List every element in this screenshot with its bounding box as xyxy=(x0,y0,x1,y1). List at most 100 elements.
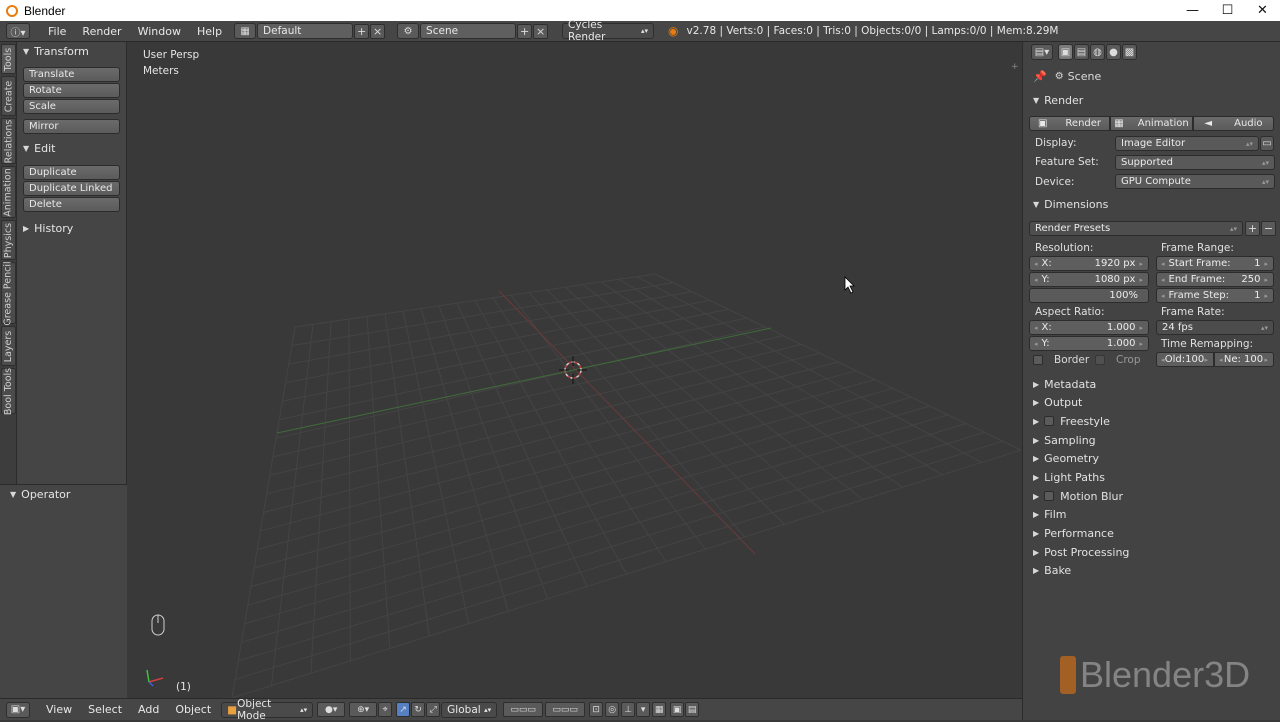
texture-context-icon[interactable]: ▩ xyxy=(1122,44,1137,60)
layers-grid-2-icon[interactable]: ▭▭▭ xyxy=(545,702,586,717)
duplicate-linked-button[interactable]: Duplicate Linked xyxy=(23,181,120,196)
tab-tools[interactable]: Tools xyxy=(1,44,16,74)
translate-manipulator-icon[interactable]: ↗ xyxy=(396,702,411,717)
tab-animation[interactable]: Animation xyxy=(1,166,16,218)
3d-viewport[interactable]: User Persp Meters (1) + xyxy=(127,42,1021,698)
menu-view[interactable]: View xyxy=(38,703,80,716)
render-opengl-icon[interactable]: ▣ xyxy=(670,702,685,717)
close-button[interactable]: ✕ xyxy=(1245,0,1280,21)
remove-scene-icon[interactable]: × xyxy=(533,23,549,39)
menu-render[interactable]: Render xyxy=(74,25,129,38)
menu-select[interactable]: Select xyxy=(80,703,130,716)
device-select[interactable]: GPU Compute ▴▾ xyxy=(1115,174,1275,189)
menu-file[interactable]: File xyxy=(40,25,74,38)
editor-type-3dview-icon[interactable]: ▣▾ xyxy=(6,701,30,718)
aspect-y-field[interactable]: ◂ Y: 1.000 ▸ xyxy=(1029,336,1149,351)
history-panel-header[interactable]: ▶ History xyxy=(17,219,73,237)
time-remap-new-field[interactable]: ◂ Ne: 100 ▸ xyxy=(1214,352,1274,367)
rotate-button[interactable]: Rotate xyxy=(23,83,120,98)
layers-grid-1-icon[interactable]: ▭▭▭ xyxy=(503,702,544,717)
render-audio-button[interactable]: ◄ Audio xyxy=(1193,116,1274,131)
menu-object[interactable]: Object xyxy=(167,703,219,716)
render-opengl-animation-icon[interactable]: ▤ xyxy=(685,702,700,717)
remove-preset-icon[interactable]: − xyxy=(1261,221,1276,236)
transform-panel-header[interactable]: ▼ Transform xyxy=(17,42,89,60)
delete-button[interactable]: Delete xyxy=(23,197,120,212)
resolution-x-field[interactable]: ◂ X: 1920 px ▸ xyxy=(1029,256,1149,271)
add-preset-icon[interactable]: + xyxy=(1245,221,1260,236)
remove-screen-icon[interactable]: × xyxy=(370,23,386,39)
aspect-x-field[interactable]: ◂ X: 1.000 ▸ xyxy=(1029,320,1149,335)
feature-set-select[interactable]: Supported ▴▾ xyxy=(1115,155,1275,170)
render-context-icon[interactable]: ▣ xyxy=(1058,44,1073,60)
mirror-button[interactable]: Mirror xyxy=(23,119,120,134)
tab-physics[interactable]: Physics xyxy=(1,220,16,260)
duplicate-button[interactable]: Duplicate xyxy=(23,165,120,180)
bake-section-header[interactable]: ▶ Bake xyxy=(1023,561,1280,579)
proportional-edit-icon[interactable]: ◎ xyxy=(605,702,620,717)
editor-type-info-icon[interactable]: ⓘ▾ xyxy=(6,23,30,39)
tab-grease-pencil[interactable]: Grease Pencil xyxy=(1,261,16,325)
output-section-header[interactable]: ▶ Output xyxy=(1023,393,1280,411)
screen-layout-icon[interactable]: ▦ xyxy=(234,23,257,39)
properties-editor-type-icon[interactable]: ▤▾ xyxy=(1031,44,1053,60)
light-paths-section-header[interactable]: ▶ Light Paths xyxy=(1023,468,1280,486)
scene-context-icon[interactable]: ◍ xyxy=(1090,44,1105,60)
crop-checkbox[interactable]: Crop xyxy=(1095,354,1141,366)
pivot-point-icon[interactable]: ⊕▾ xyxy=(349,702,378,717)
sampling-section-header[interactable]: ▶ Sampling xyxy=(1023,431,1280,449)
manipulator-toggle-icon[interactable]: ⌖ xyxy=(378,702,393,717)
snap-target-icon[interactable]: ▦ xyxy=(652,702,667,717)
translate-button[interactable]: Translate xyxy=(23,67,120,82)
mode-select[interactable]: ■ Object Mode ▴▾ xyxy=(221,698,314,722)
render-image-button[interactable]: ▣ Render xyxy=(1029,116,1110,131)
menu-window[interactable]: Window xyxy=(130,25,189,38)
rotate-manipulator-icon[interactable]: ↻ xyxy=(411,702,426,717)
resolution-y-field[interactable]: ◂ Y: 1080 px ▸ xyxy=(1029,272,1149,287)
dimensions-section-header[interactable]: ▼ Dimensions xyxy=(1023,195,1280,213)
screen-layout-field[interactable]: Default xyxy=(257,23,354,39)
performance-section-header[interactable]: ▶ Performance xyxy=(1023,524,1280,542)
time-remap-old-field[interactable]: ◂ Old:100 ▸ xyxy=(1156,352,1214,367)
viewport-shading-icon[interactable]: ●▾ xyxy=(317,702,346,717)
start-frame-field[interactable]: ◂ Start Frame: 1 ▸ xyxy=(1156,256,1274,271)
edit-panel-header[interactable]: ▼ Edit xyxy=(17,139,55,157)
scene-field[interactable]: Scene xyxy=(420,23,517,39)
add-scene-icon[interactable]: + xyxy=(517,23,533,39)
frame-rate-select[interactable]: 24 fps ▴▾ xyxy=(1156,320,1274,335)
scale-button[interactable]: Scale xyxy=(23,99,120,114)
tab-create[interactable]: Create xyxy=(1,76,16,116)
end-frame-field[interactable]: ◂ End Frame: 250 ▸ xyxy=(1156,272,1274,287)
border-checkbox[interactable]: Border xyxy=(1033,354,1089,366)
operator-panel-header[interactable]: ▼ Operator xyxy=(0,485,127,503)
orientation-select[interactable]: Global ▴▾ xyxy=(441,701,498,718)
minimize-button[interactable]: — xyxy=(1175,0,1210,21)
frame-step-field[interactable]: ◂ Frame Step: 1 ▸ xyxy=(1156,288,1274,303)
menu-add[interactable]: Add xyxy=(130,703,167,716)
resolution-percentage-slider[interactable]: 100% xyxy=(1029,288,1149,303)
render-section-header[interactable]: ▼ Render xyxy=(1023,91,1280,109)
tab-layers[interactable]: Layers xyxy=(1,326,16,366)
tab-relations[interactable]: Relations xyxy=(1,118,16,164)
lock-layers-icon[interactable]: ⊡ xyxy=(589,702,604,717)
freestyle-section-header[interactable]: ▶ Freestyle xyxy=(1023,412,1280,430)
world-context-icon[interactable]: ● xyxy=(1106,44,1121,60)
maximize-button[interactable]: ☐ xyxy=(1210,0,1245,21)
render-presets-select[interactable]: Render Presets ▴▾ xyxy=(1029,221,1243,236)
menu-help[interactable]: Help xyxy=(189,25,230,38)
metadata-section-header[interactable]: ▶ Metadata xyxy=(1023,375,1280,393)
tab-bool-tools[interactable]: Bool Tools xyxy=(1,367,16,415)
add-screen-icon[interactable]: + xyxy=(354,23,370,39)
render-animation-button[interactable]: ▦ Animation xyxy=(1110,116,1193,131)
pin-icon[interactable]: 📌 xyxy=(1033,70,1047,83)
display-select[interactable]: Image Editor ▴▾ xyxy=(1115,136,1259,151)
render-layers-icon[interactable]: ▤ xyxy=(1074,44,1089,60)
film-section-header[interactable]: ▶ Film xyxy=(1023,505,1280,523)
motion-blur-checkbox[interactable] xyxy=(1044,491,1055,501)
post-processing-section-header[interactable]: ▶ Post Processing xyxy=(1023,543,1280,561)
scene-icon[interactable]: ⚙ xyxy=(397,23,420,39)
folder-icon[interactable]: ▭ xyxy=(1260,136,1274,151)
snap-icon[interactable]: ⊥ xyxy=(621,702,636,717)
motion-blur-section-header[interactable]: ▶ Motion Blur xyxy=(1023,487,1280,505)
render-engine-select[interactable]: Cycles Render ▴▾ xyxy=(562,19,655,43)
